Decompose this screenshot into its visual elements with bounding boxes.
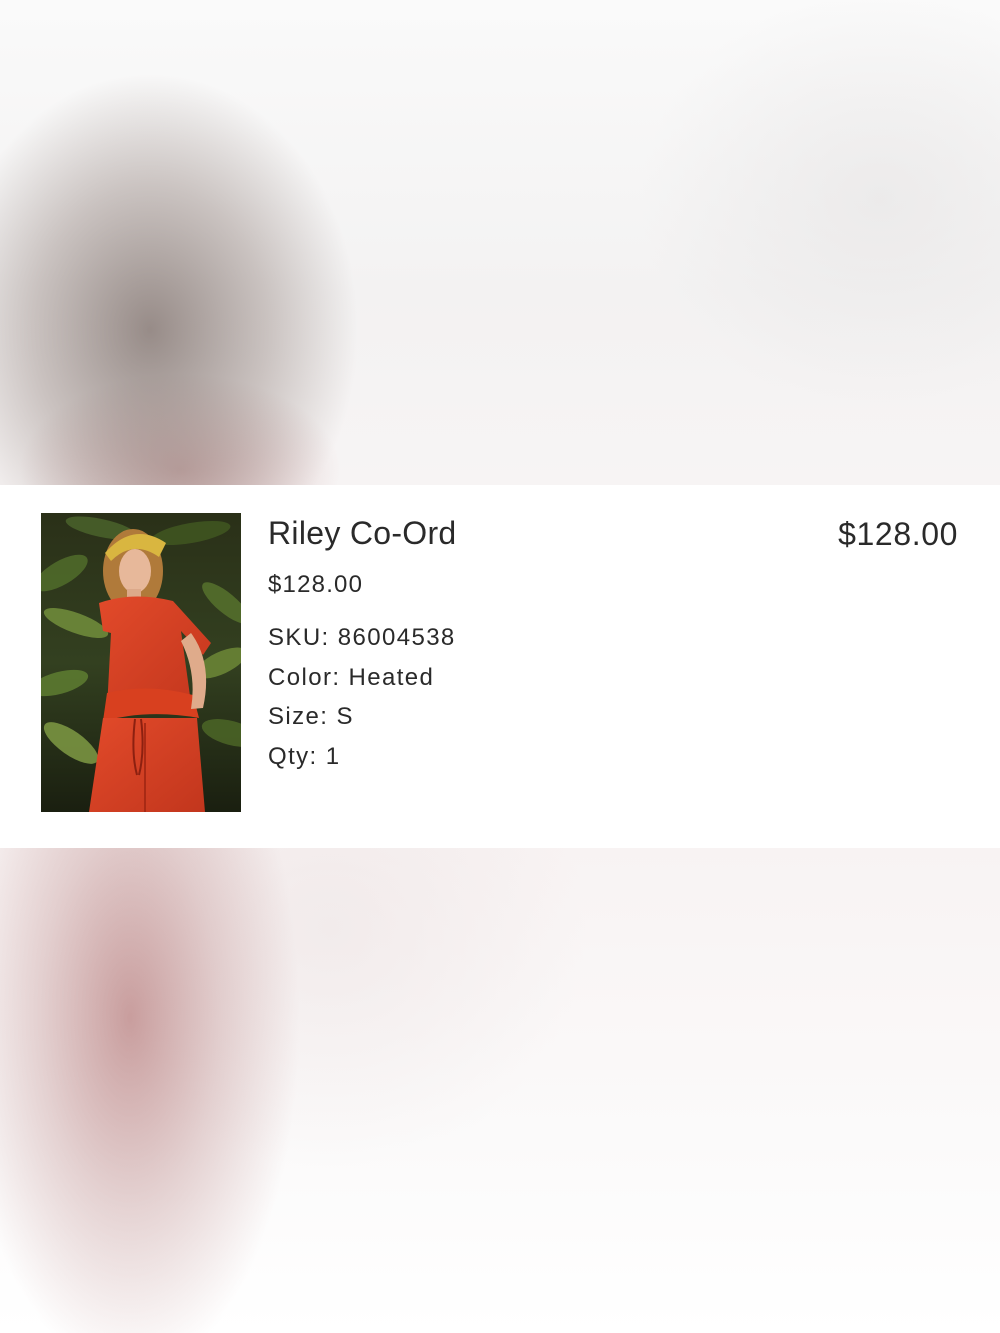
order-line-item: Riley Co-Ord $128.00 SKU: 86004538 Color… [0, 485, 1000, 848]
qty-label: Qty: [268, 742, 318, 770]
product-image [41, 513, 241, 812]
order-confirmation-page: Riley Co-Ord $128.00 SKU: 86004538 Color… [0, 0, 1000, 1333]
color-label: Color: [268, 663, 341, 691]
blurred-background-top [0, 0, 1000, 485]
qty-value: 1 [325, 742, 341, 770]
color-value: Heated [348, 663, 435, 691]
color-row: Color: Heated [268, 658, 457, 698]
sku-label: SKU: [268, 624, 330, 651]
product-photo-illustration [41, 513, 241, 812]
size-label: Size: [268, 703, 329, 730]
sku-row: SKU: 86004538 [268, 618, 457, 658]
item-details: Riley Co-Ord $128.00 SKU: 86004538 Color… [268, 513, 457, 776]
unit-price: $128.00 [268, 571, 364, 598]
product-name: Riley Co-Ord [268, 515, 457, 551]
size-value: S [336, 703, 354, 730]
sku-value: 86004538 [337, 624, 456, 651]
blurred-background-bottom [0, 848, 1000, 1333]
line-total-price: $128.00 [838, 516, 958, 552]
qty-row: Qty: 1 [268, 737, 457, 777]
size-row: Size: S [268, 697, 457, 737]
item-attributes: SKU: 86004538 Color: Heated Size: S Qty:… [268, 618, 457, 776]
